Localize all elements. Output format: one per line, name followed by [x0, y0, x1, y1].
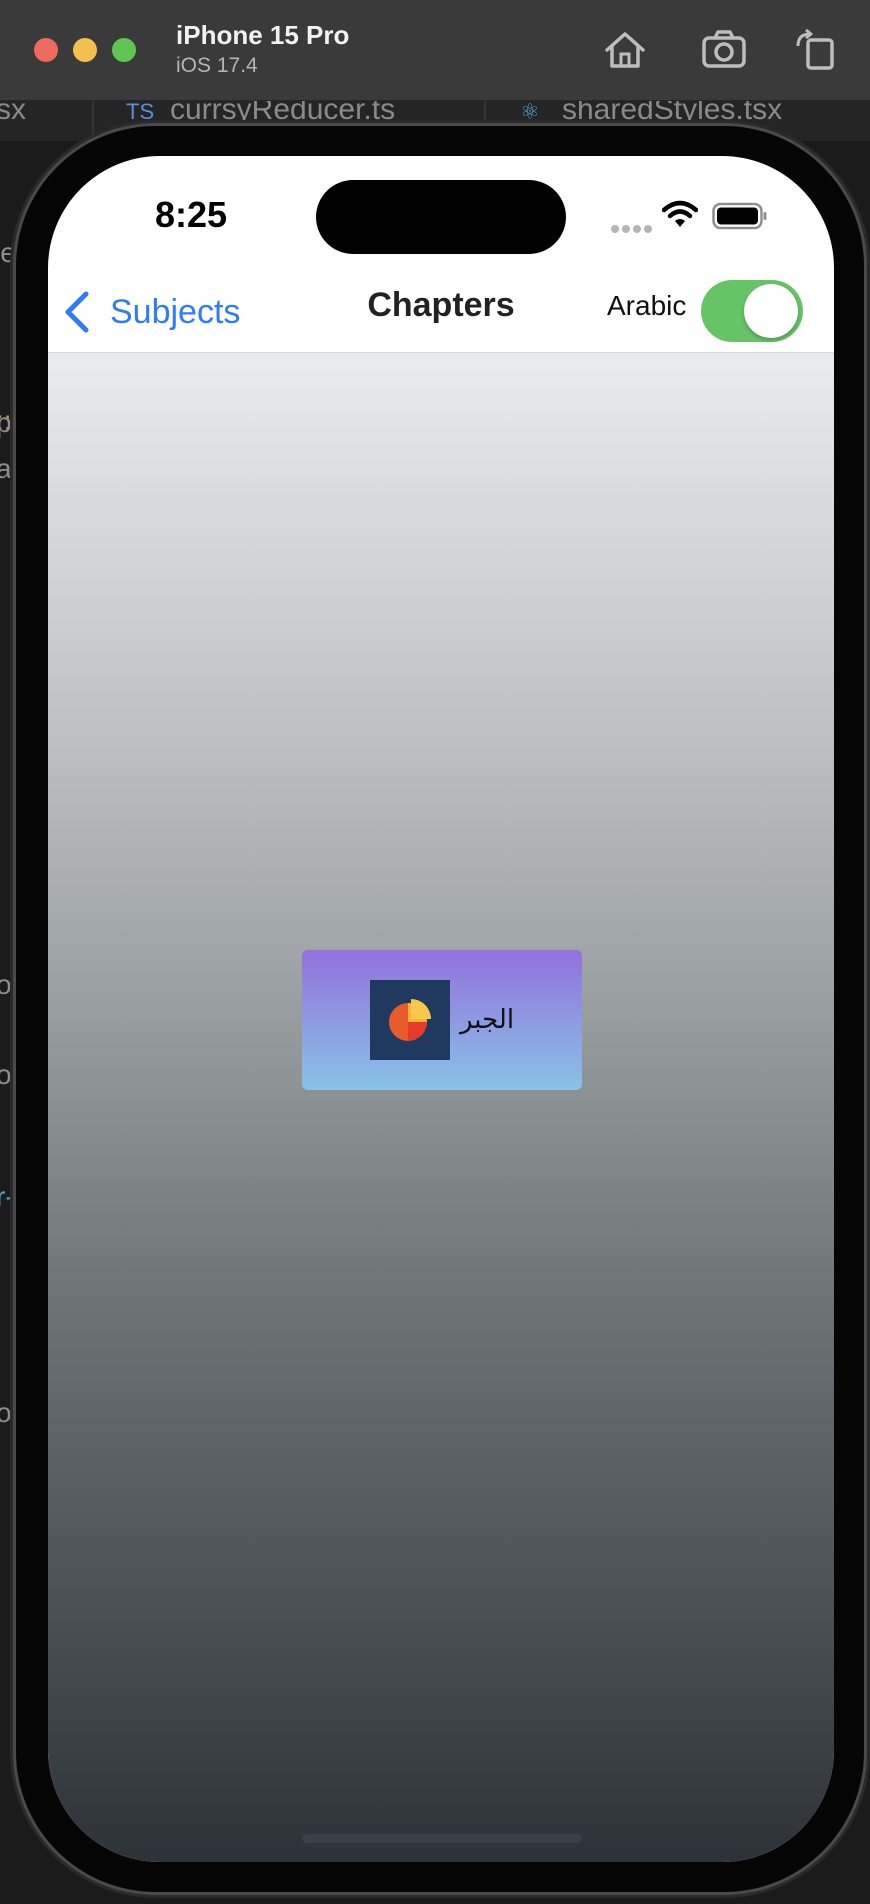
screenshot-camera-icon[interactable] — [700, 26, 748, 74]
cellular-signal-icon — [611, 220, 655, 238]
language-toggle-label: Arabic — [607, 290, 687, 321]
zoom-window-button[interactable] — [112, 38, 136, 62]
navigation-bar: Subjects Chapters Arabic — [48, 276, 834, 348]
simulator-window: iPhone 15 Pro iOS 17.4 sx TS currsyReduc… — [0, 0, 870, 1904]
back-button[interactable]: Subjects — [62, 282, 240, 342]
home-indicator[interactable] — [302, 1834, 582, 1843]
chapter-thumbnail — [369, 980, 450, 1060]
phone-screen: 8:25 Subjects Chapters Arabic الجبر — [48, 156, 834, 1862]
pie-chart-icon — [388, 999, 431, 1041]
minimize-window-button[interactable] — [73, 38, 97, 62]
chapter-card[interactable]: الجبر — [302, 950, 582, 1090]
close-window-button[interactable] — [34, 38, 58, 62]
typescript-file-icon: TS — [126, 101, 155, 124]
chevron-left-icon — [65, 291, 89, 333]
device-name: iPhone 15 Pro — [176, 20, 350, 50]
chapters-list-area[interactable]: الجبر — [48, 352, 834, 1862]
battery-icon — [712, 202, 767, 230]
react-file-icon: ⚛ — [520, 101, 540, 124]
back-button-label: Subjects — [110, 292, 241, 331]
editor-tab[interactable]: currsyReducer.ts — [170, 101, 395, 127]
code-fragment: a — [0, 453, 12, 484]
editor-tab[interactable]: sharedStyles.tsx — [562, 101, 782, 127]
switch-knob — [744, 284, 798, 338]
arabic-language-switch[interactable] — [701, 280, 803, 342]
home-icon[interactable] — [601, 26, 649, 74]
simulator-titlebar: iPhone 15 Pro iOS 17.4 — [0, 0, 870, 101]
code-fragment: le — [0, 237, 16, 268]
code-fragment: r- — [0, 1181, 15, 1212]
tab-divider — [92, 101, 94, 141]
editor-tab[interactable]: sx — [0, 101, 26, 127]
chapter-title: الجبر — [459, 1005, 515, 1035]
rotate-device-icon[interactable] — [792, 26, 840, 74]
status-time: 8:25 — [155, 194, 228, 235]
dynamic-island — [316, 180, 566, 254]
wifi-icon — [662, 200, 698, 227]
device-os-version: iOS 17.4 — [176, 54, 258, 77]
